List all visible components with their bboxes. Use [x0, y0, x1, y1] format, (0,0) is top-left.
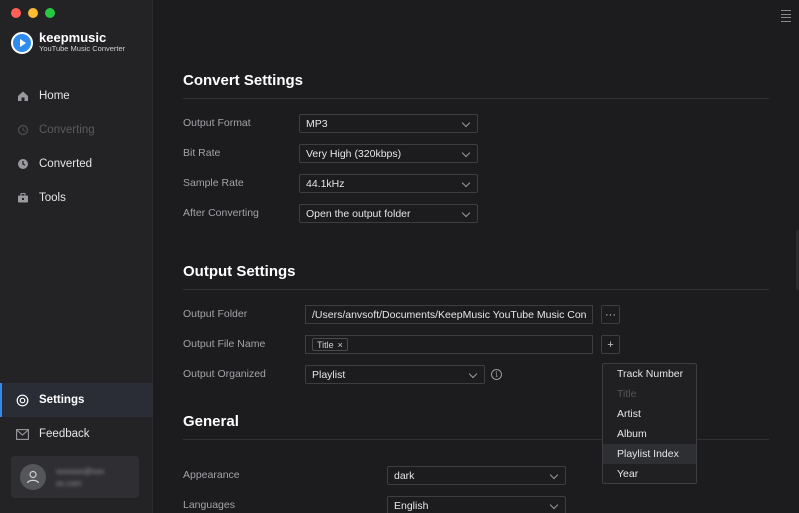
sidebar-item-feedback[interactable]: Feedback	[0, 417, 153, 451]
sidebar-item-settings[interactable]: Settings	[0, 383, 153, 417]
browse-folder-button[interactable]: ···	[601, 305, 620, 324]
output-folder-input[interactable]: /Users/anvsoft/Documents/KeepMusic YouTu…	[305, 305, 593, 324]
sidebar-item-label: Converting	[39, 124, 95, 136]
toolbox-icon	[16, 192, 29, 205]
dropdown-option-album[interactable]: Album	[603, 424, 696, 444]
dropdown-option-track-number[interactable]: Track Number	[603, 364, 696, 384]
dropdown-option-year[interactable]: Year	[603, 464, 696, 484]
user-icon	[26, 470, 40, 484]
chevron-down-icon	[461, 178, 471, 188]
app-logo-icon	[11, 31, 33, 54]
after-converting-label: After Converting	[183, 207, 259, 219]
sidebar-item-label: Home	[39, 90, 70, 102]
file-name-tag-title: Title ×	[312, 338, 348, 351]
sample-rate-select[interactable]: 44.1kHz	[299, 174, 478, 193]
sidebar-item-label: Tools	[39, 192, 66, 204]
general-title: General	[183, 413, 239, 430]
divider	[183, 289, 769, 290]
output-organized-label: Output Organized	[183, 368, 266, 380]
converting-icon	[16, 124, 29, 137]
appearance-select[interactable]: dark	[387, 466, 566, 485]
bit-rate-label: Bit Rate	[183, 147, 221, 159]
mail-icon	[16, 428, 29, 441]
chevron-down-icon	[549, 470, 559, 480]
dropdown-option-artist[interactable]: Artist	[603, 404, 696, 424]
chevron-down-icon	[468, 369, 478, 379]
chevron-down-icon	[461, 208, 471, 218]
output-organized-select[interactable]: Playlist	[305, 365, 485, 384]
dropdown-option-playlist-index[interactable]: Playlist Index	[603, 444, 696, 464]
dropdown-option-title: Title	[617, 388, 637, 400]
sidebar-item-label: Settings	[39, 394, 85, 406]
minimize-window-button[interactable]	[28, 8, 38, 18]
convert-settings-title: Convert Settings	[183, 72, 304, 89]
chevron-down-icon	[461, 148, 471, 158]
menu-icon[interactable]	[781, 10, 791, 24]
clock-icon	[16, 158, 29, 171]
info-icon[interactable]: i	[491, 369, 502, 380]
output-organized-dropdown: Track Number Title Artist Album Playlist…	[602, 363, 697, 484]
home-icon	[16, 90, 29, 103]
chevron-down-icon	[549, 500, 559, 510]
chevron-down-icon	[461, 118, 471, 128]
close-window-button[interactable]	[11, 8, 21, 18]
output-file-name-input[interactable]: Title ×	[305, 335, 593, 354]
divider	[183, 98, 769, 99]
avatar	[20, 464, 46, 490]
output-file-name-label: Output File Name	[183, 338, 266, 350]
sidebar-item-converting[interactable]: Converting	[0, 113, 153, 147]
appearance-label: Appearance	[183, 469, 240, 481]
sidebar-item-converted[interactable]: Converted	[0, 147, 153, 181]
tag-remove-icon[interactable]: ×	[338, 340, 343, 350]
sample-rate-label: Sample Rate	[183, 177, 244, 189]
brand: keepmusic YouTube Music Converter	[11, 31, 125, 54]
output-settings-title: Output Settings	[183, 263, 296, 280]
add-tag-button[interactable]: +	[601, 335, 620, 354]
window-controls	[11, 8, 55, 18]
sidebar-item-tools[interactable]: Tools	[0, 181, 153, 215]
sidebar-item-label: Feedback	[39, 428, 90, 440]
sidebar-item-label: Converted	[39, 158, 93, 170]
brand-name: keepmusic	[39, 30, 107, 45]
sidebar-item-home[interactable]: Home	[0, 79, 153, 113]
user-email: xxxxxxx@xxx xx.com	[56, 466, 105, 488]
settings-icon	[16, 394, 29, 407]
user-account[interactable]: xxxxxxx@xxx xx.com	[11, 456, 139, 498]
zoom-window-button[interactable]	[45, 8, 55, 18]
sidebar: keepmusic YouTube Music Converter Home C…	[0, 0, 153, 513]
output-format-label: Output Format	[183, 117, 251, 129]
after-converting-select[interactable]: Open the output folder	[299, 204, 478, 223]
languages-select[interactable]: English	[387, 496, 566, 513]
output-format-select[interactable]: MP3	[299, 114, 478, 133]
languages-label: Languages	[183, 499, 235, 511]
bit-rate-select[interactable]: Very High (320kbps)	[299, 144, 478, 163]
output-folder-label: Output Folder	[183, 308, 248, 320]
brand-subtitle: YouTube Music Converter	[39, 44, 126, 53]
